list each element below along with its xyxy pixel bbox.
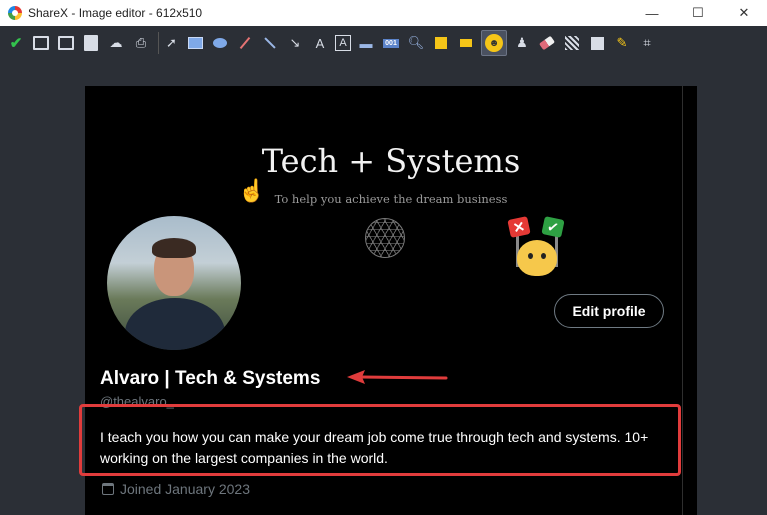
select-icon[interactable]: ➚ [158,32,180,54]
arrow-icon[interactable]: ↘ [285,32,305,54]
crop-icon[interactable]: ⌗ [637,32,657,54]
sticker-icon[interactable] [456,32,476,54]
pixelate-icon[interactable] [587,32,607,54]
editor-toolbar: ✔ ☁ ⎙ ➚ ↘ A A ▬ 001 🔍︎ ☻ ♟ ✎ ⌗ [0,26,767,60]
banner-title: Tech + Systems [261,142,521,180]
save-as-icon[interactable] [56,32,76,54]
emoji-sticker[interactable]: ✕ ✓ [503,216,573,280]
minimize-button[interactable]: — [629,0,675,26]
ellipse-icon[interactable] [210,32,230,54]
upload-icon[interactable]: ☁ [106,32,126,54]
speech-balloon-icon[interactable]: ▬ [356,32,376,54]
cursor-stamp-icon[interactable]: ♟ [512,32,532,54]
eraser-icon[interactable] [537,32,557,54]
maximize-button[interactable]: ☐ [675,0,721,26]
banner-subtitle: To help you achieve the dream business [274,192,508,206]
globe-icon [365,218,405,258]
magnify-icon[interactable]: 🔍︎ [406,32,426,54]
joined-text: Joined January 2023 [120,481,250,497]
joined-date: Joined January 2023 [102,481,250,497]
blur-icon[interactable] [562,32,582,54]
avatar [104,213,244,353]
save-icon[interactable] [31,32,51,54]
check-mark-icon: ✓ [541,216,565,238]
hand-cursor-icon: ☝ [238,178,266,203]
text-outline-icon[interactable]: A [310,32,330,54]
cross-mark-icon: ✕ [507,216,531,238]
profile-name: Alvaro | Tech & Systems [100,368,321,389]
copy-icon[interactable] [81,32,101,54]
highlight-icon[interactable]: ✎ [612,32,632,54]
window-title: ShareX - Image editor - 612x510 [28,6,203,20]
calendar-icon [102,483,114,495]
annotation-rectangle[interactable] [79,404,681,476]
image-icon[interactable] [431,32,451,54]
annotation-arrow[interactable] [345,367,449,387]
print-icon[interactable]: ⎙ [131,32,151,54]
freehand-icon[interactable] [235,32,255,54]
text-background-icon[interactable]: A [335,35,351,51]
sharex-logo-icon [8,6,22,20]
confirm-icon[interactable]: ✔ [6,32,26,54]
title-bar: ShareX - Image editor - 612x510 — ☐ ✕ [0,0,767,26]
step-icon[interactable]: 001 [381,32,401,54]
emoji-icon[interactable]: ☻ [481,30,507,56]
line-icon[interactable] [260,32,280,54]
rectangle-icon[interactable] [185,32,205,54]
canvas-edge [682,86,683,515]
edit-profile-button[interactable]: Edit profile [554,294,664,328]
close-button[interactable]: ✕ [721,0,767,26]
